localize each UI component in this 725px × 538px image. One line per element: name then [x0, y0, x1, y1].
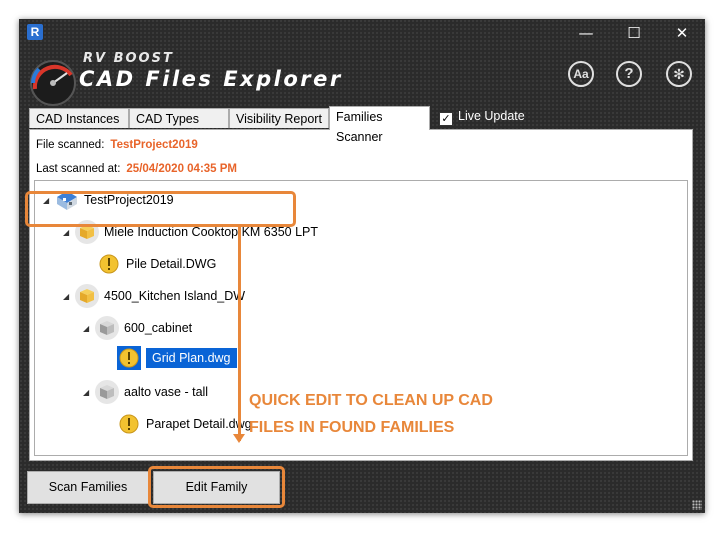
tree-node-label: aalto vase - tall: [124, 385, 209, 399]
tree-node-family[interactable]: ◢ 600_cabinet: [83, 315, 192, 341]
annotation-line-2: FILES IN FOUND FAMILIES: [249, 419, 455, 436]
tree-node-label: 600_cabinet: [124, 321, 193, 335]
callout-button-highlight: [148, 466, 285, 508]
family-box-grey-icon: [95, 316, 119, 340]
scan-families-button[interactable]: Scan Families: [27, 471, 149, 504]
family-box-grey-icon: [95, 380, 119, 404]
tree-node-cad-selected[interactable]: Grid Plan.dwg: [117, 345, 237, 371]
resize-grip[interactable]: [692, 500, 702, 510]
tree-node-cad[interactable]: Parapet Detail.dwg: [117, 411, 252, 437]
last-scanned-label: Last scanned at:: [36, 163, 121, 175]
help-icon[interactable]: ?: [616, 61, 642, 87]
tree-node-label: Parapet Detail.dwg: [146, 417, 252, 431]
app-logo-icon: R: [27, 24, 43, 40]
tree-node-label: 4500_Kitchen Island_DW: [104, 289, 246, 303]
tree-node-label: Grid Plan.dwg: [146, 348, 237, 368]
tab-visibility-report[interactable]: Visibility Report: [229, 108, 329, 128]
font-size-icon[interactable]: Aa: [568, 61, 594, 87]
file-scanned-row: File scanned: TestProject2019: [36, 139, 198, 151]
callout-connector-line: [238, 227, 241, 441]
app-title: CAD Files Explorer: [79, 67, 343, 91]
expand-arrow-icon[interactable]: ◢: [63, 228, 75, 237]
expand-arrow-icon[interactable]: ◢: [83, 324, 95, 333]
tree-node-family[interactable]: ◢ aalto vase - tall: [83, 379, 208, 405]
maximize-button[interactable]: ☐: [611, 19, 657, 47]
callout-highlight-box: [25, 191, 296, 227]
annotation-line-1: QUICK EDIT TO CLEAN UP CAD: [249, 392, 493, 409]
tree-node-label: Miele Induction Cooktop KM 6350 LPT: [104, 225, 319, 239]
minimize-button[interactable]: —: [563, 19, 609, 47]
warning-cad-icon: [117, 412, 141, 436]
settings-icon[interactable]: ✻: [666, 61, 692, 87]
expand-arrow-icon[interactable]: ◢: [83, 388, 95, 397]
warning-cad-icon: [97, 252, 121, 276]
family-box-icon: [75, 284, 99, 308]
tree-node-label: Pile Detail.DWG: [126, 257, 217, 271]
file-scanned-value: TestProject2019: [110, 139, 198, 151]
tree-node-family[interactable]: ◢ 4500_Kitchen Island_DW: [63, 283, 245, 309]
tab-families-scanner[interactable]: Families Scanner: [329, 106, 430, 144]
last-scanned-row: Last scanned at: 25/04/2020 04:35 PM: [36, 163, 237, 175]
live-update-toggle[interactable]: ✓ Live Update: [439, 108, 525, 126]
callout-arrowhead-icon: [233, 434, 245, 443]
file-scanned-label: File scanned:: [36, 139, 105, 151]
tab-cad-types[interactable]: CAD Types: [129, 108, 229, 128]
expand-arrow-icon[interactable]: ◢: [63, 292, 75, 301]
last-scanned-value: 25/04/2020 04:35 PM: [126, 163, 238, 175]
tree-node-cad[interactable]: Pile Detail.DWG: [97, 251, 216, 277]
close-button[interactable]: ✕: [659, 19, 705, 47]
annotation-text: QUICK EDIT TO CLEAN UP CAD FILES IN FOUN…: [249, 387, 549, 441]
live-update-label: Live Update: [458, 109, 525, 123]
tab-cad-instances[interactable]: CAD Instances: [29, 108, 129, 128]
warning-cad-icon: [117, 346, 141, 370]
speedometer-logo-icon: [30, 60, 76, 106]
brand-title: RV BOOST: [83, 51, 174, 66]
checkbox-icon[interactable]: ✓: [439, 112, 453, 126]
